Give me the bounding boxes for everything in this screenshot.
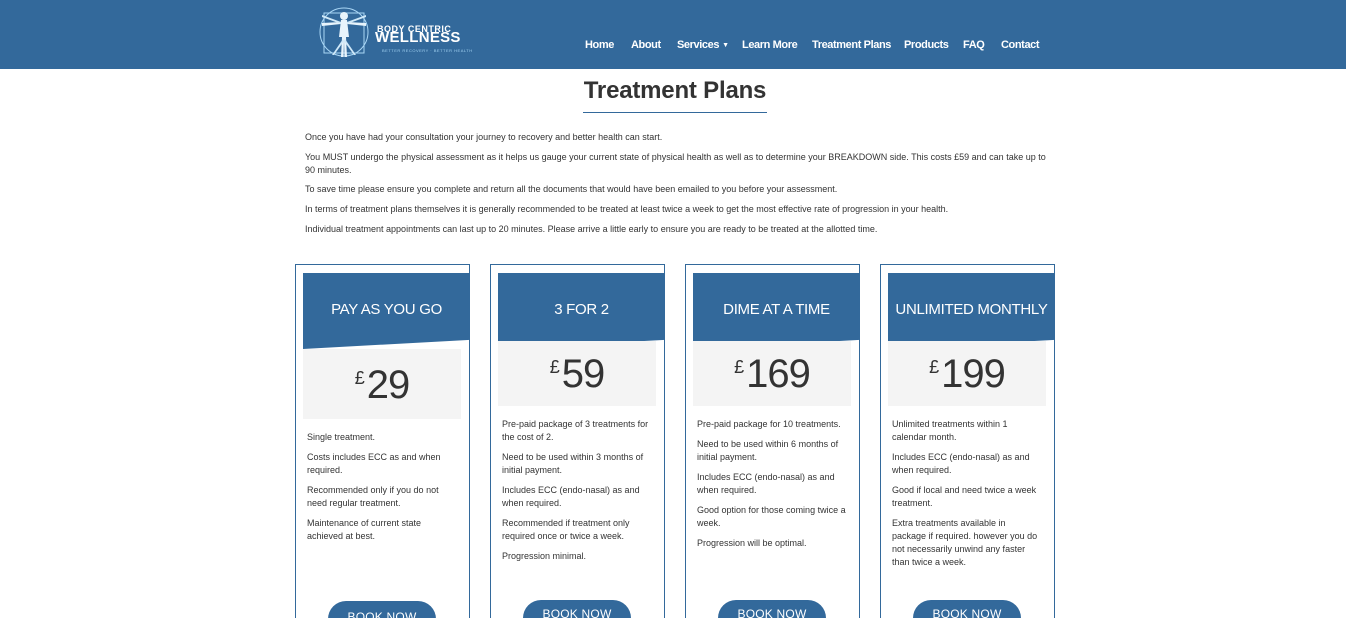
plan-feature: Recommended if treatment only required o… <box>502 518 630 541</box>
intro-paragraph: Once you have had your consultation your… <box>305 132 663 142</box>
plan-feature: Good option for those coming twice a wee… <box>697 505 846 528</box>
plan-feature: Need to be used within 6 months of initi… <box>697 439 839 462</box>
price-amount: 59 <box>561 352 605 396</box>
book-now-button[interactable]: BOOK NOW <box>913 600 1021 618</box>
plan-feature: Includes ECC (endo-nasal) as and when re… <box>892 452 1030 475</box>
intro-paragraph: You MUST undergo the physical assessment… <box>305 152 1046 175</box>
plan-header: 3 FOR 2 <box>498 273 665 349</box>
plan-price-box: £199 <box>888 341 1046 406</box>
plan-price: £29 <box>303 363 461 408</box>
plan-feature: Includes ECC (endo-nasal) as and when re… <box>697 472 835 495</box>
intro-paragraph: Individual treatment appointments can la… <box>305 224 878 234</box>
plan-price: £199 <box>888 352 1046 397</box>
brand-tagline: BETTER RECOVERY · BETTER HEALTH <box>382 48 473 53</box>
plan-card-dime-at-a-time: DIME AT A TIME £169 Pre-paid package for… <box>685 264 860 618</box>
price-amount: 169 <box>746 352 811 396</box>
plan-header: UNLIMITED MONTHLY <box>888 273 1055 349</box>
plan-feature: Single treatment. <box>307 432 376 442</box>
site-logo[interactable]: BODY CENTRIC WELLNESS BETTER RECOVERY · … <box>316 5 472 61</box>
nav-treatment-plans[interactable]: Treatment Plans <box>812 39 891 51</box>
brand-name-main: WELLNESS <box>375 29 461 46</box>
plan-feature: Need to be used within 3 months of initi… <box>502 452 644 475</box>
plan-features: Unlimited treatments within 1 calendar m… <box>892 418 1042 576</box>
plan-features: Pre-paid package of 3 treatments for the… <box>502 418 652 570</box>
nav-products[interactable]: Products <box>904 39 949 51</box>
plan-price: £59 <box>498 352 656 397</box>
page-title: Treatment Plans <box>583 77 767 104</box>
nav-home[interactable]: Home <box>585 39 614 51</box>
nav-services-label: Services <box>677 39 720 51</box>
book-now-button[interactable]: BOOK NOW <box>718 600 826 618</box>
nav-contact[interactable]: Contact <box>1001 39 1040 51</box>
plan-feature: Maintenance of current state achieved at… <box>307 518 422 541</box>
title-underline <box>583 112 767 113</box>
currency-symbol: £ <box>549 357 560 377</box>
plan-price-box: £169 <box>693 341 851 406</box>
plan-features: Single treatment. Costs includes ECC as … <box>307 431 457 550</box>
plan-card-unlimited-monthly: UNLIMITED MONTHLY £199 Unlimited treatme… <box>880 264 1055 618</box>
caret-down-icon: ▼ <box>722 42 729 49</box>
plan-price-box: £59 <box>498 341 656 406</box>
plan-feature: Includes ECC (endo-nasal) as and when re… <box>502 485 640 508</box>
plan-header: PAY AS YOU GO <box>303 273 470 349</box>
plan-features: Pre-paid package for 10 treatments. Need… <box>697 418 847 557</box>
plan-card-3-for-2: 3 FOR 2 £59 Pre-paid package of 3 treatm… <box>490 264 665 618</box>
plan-feature: Unlimited treatments within 1 calendar m… <box>892 419 1008 442</box>
nav-services[interactable]: Services ▼ <box>677 39 729 51</box>
nav-about[interactable]: About <box>631 39 661 51</box>
top-navbar: BODY CENTRIC WELLNESS BETTER RECOVERY · … <box>0 0 1346 69</box>
plan-card-pay-as-you-go: PAY AS YOU GO £29 Single treatment. Cost… <box>295 264 470 618</box>
book-now-button[interactable]: BOOK NOW <box>523 600 631 618</box>
currency-symbol: £ <box>734 357 745 377</box>
plan-price-box: £29 <box>303 349 461 419</box>
plan-price: £169 <box>693 352 851 397</box>
plan-feature: Extra treatments available in package if… <box>892 518 1038 567</box>
currency-symbol: £ <box>354 368 365 388</box>
plan-feature: Pre-paid package for 10 treatments. <box>697 419 841 429</box>
plan-feature: Costs includes ECC as and when required. <box>307 452 441 475</box>
intro-paragraph: In terms of treatment plans themselves i… <box>305 204 949 214</box>
plan-feature: Recommended only if you do not need regu… <box>307 485 439 508</box>
plan-feature: Progression minimal. <box>502 551 587 561</box>
book-now-button[interactable]: BOOK NOW <box>328 601 436 618</box>
price-amount: 29 <box>366 363 410 407</box>
plan-header: DIME AT A TIME <box>693 273 860 349</box>
plan-feature: Good if local and need twice a week trea… <box>892 485 1037 508</box>
nav-learn-more[interactable]: Learn More <box>742 39 798 51</box>
plan-name: PAY AS YOU GO <box>331 301 442 318</box>
currency-symbol: £ <box>929 357 940 377</box>
vitruvian-man-icon <box>319 7 369 57</box>
plan-name: UNLIMITED MONTHLY <box>895 301 1048 318</box>
plan-name: DIME AT A TIME <box>723 301 830 318</box>
plan-name: 3 FOR 2 <box>554 301 609 318</box>
plan-feature: Pre-paid package of 3 treatments for the… <box>502 419 649 442</box>
intro-paragraph: To save time please ensure you complete … <box>305 184 838 194</box>
price-amount: 199 <box>941 352 1006 396</box>
plan-feature: Progression will be optimal. <box>697 538 807 548</box>
nav-faq[interactable]: FAQ <box>963 39 985 51</box>
